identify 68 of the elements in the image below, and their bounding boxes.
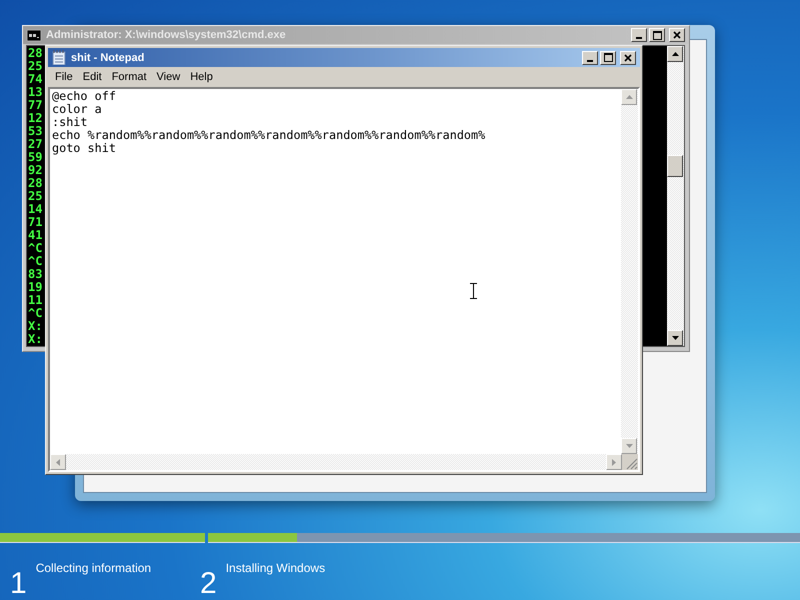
scroll-down-button[interactable] <box>667 330 683 346</box>
menu-item[interactable]: Edit <box>78 71 107 83</box>
horizontal-scrollbar[interactable] <box>50 454 622 470</box>
maximize-icon <box>652 30 662 40</box>
console-line: 14 <box>28 203 42 216</box>
text-line: :shit <box>52 116 88 129</box>
console-line: 77 <box>28 99 42 112</box>
step-number: 1 <box>10 567 27 600</box>
console-line: 41 <box>28 229 42 242</box>
text-line: color a <box>52 103 102 116</box>
console-line: 74 <box>28 73 42 86</box>
down-arrow-icon <box>672 336 678 340</box>
maximize-button[interactable] <box>600 50 616 64</box>
console-line: 19 <box>28 281 42 294</box>
console-line: 71 <box>28 216 42 229</box>
window-title: shit - Notepad <box>71 52 144 64</box>
console-line: 28 <box>28 177 42 190</box>
step-label: Collecting information <box>36 561 152 575</box>
text-editor[interactable]: @echo off color a :shit echo %random%%random%%random%%random%%random%%random%%random% goto shit <box>50 89 621 454</box>
console-line: 92 <box>28 164 42 177</box>
maximize-icon <box>604 53 612 62</box>
text-line: goto shit <box>52 142 116 155</box>
minimize-icon <box>636 37 642 39</box>
console-line: 12 <box>28 112 42 125</box>
step-label: Installing Windows <box>226 561 326 575</box>
menu-item[interactable]: File <box>50 71 78 83</box>
console-line: 25 <box>28 60 42 73</box>
scroll-right-button[interactable] <box>606 454 622 470</box>
console-line: 27 <box>28 138 42 151</box>
text-line: echo %random%%random%%random%%random%%random%%random%%random% <box>52 129 486 142</box>
scroll-up-button[interactable] <box>667 46 683 62</box>
console-line: 11 <box>28 294 42 307</box>
down-arrow-icon <box>626 444 632 448</box>
scroll-left-button[interactable] <box>50 454 66 470</box>
up-arrow-icon <box>626 95 632 99</box>
notepad-icon <box>52 50 66 65</box>
window-title: Administrator: X:\windows\system32\cmd.exe <box>46 29 286 41</box>
console-line: ^C <box>28 255 42 268</box>
text-cursor-icon <box>470 283 477 299</box>
right-arrow-icon <box>612 458 616 466</box>
close-button[interactable] <box>669 28 685 42</box>
console-line: 25 <box>28 190 42 203</box>
console-line: ^C <box>28 242 42 255</box>
close-icon <box>624 54 632 62</box>
console-line: X: <box>28 320 42 333</box>
minimize-button[interactable] <box>582 50 598 64</box>
up-arrow-icon <box>672 52 678 56</box>
left-arrow-icon <box>56 458 60 466</box>
console-line: 53 <box>28 125 42 138</box>
console-line: 13 <box>28 86 42 99</box>
maximize-button[interactable] <box>649 28 665 42</box>
close-button[interactable] <box>620 50 636 64</box>
step-number: 2 <box>200 567 217 600</box>
minimize-icon <box>587 60 593 62</box>
text-line: @echo off <box>52 90 116 103</box>
menu-item[interactable]: View <box>152 71 186 83</box>
scroll-thumb[interactable] <box>667 155 683 177</box>
console-line: X: <box>28 333 42 346</box>
menu-item[interactable]: Format <box>106 71 152 83</box>
console-line: 59 <box>28 151 42 164</box>
close-icon <box>673 31 681 39</box>
menu-item[interactable]: Help <box>185 71 218 83</box>
console-line: ^C <box>28 307 42 320</box>
minimize-button[interactable] <box>631 28 647 42</box>
console-line: 28 <box>28 47 42 60</box>
console-line: 83 <box>28 268 42 281</box>
vertical-scrollbar[interactable] <box>667 46 684 346</box>
console-icon <box>27 30 41 40</box>
